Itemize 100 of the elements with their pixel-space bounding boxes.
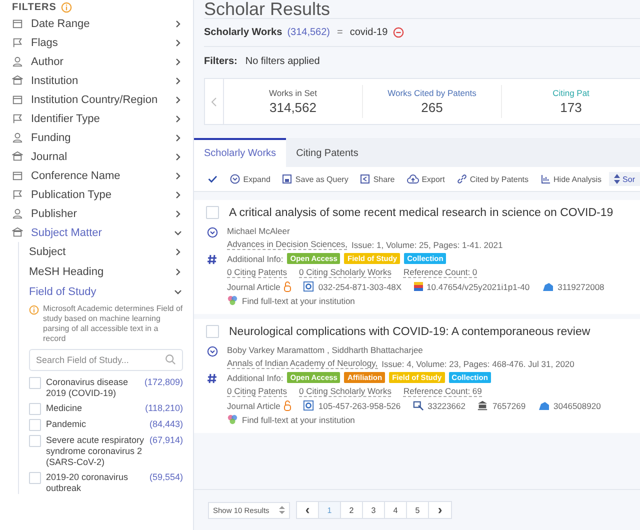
identifier[interactable]: 33223662 xyxy=(428,400,466,410)
checkbox[interactable] xyxy=(29,403,41,415)
toolbar-button[interactable]: Share xyxy=(355,172,400,186)
cloud-upload-icon xyxy=(406,174,419,184)
fulltext-link[interactable]: Find full-text at your institution xyxy=(242,296,355,306)
stat-value: 314,562 xyxy=(270,100,316,115)
stat-value: 173 xyxy=(560,100,582,115)
identifier[interactable]: 032-254-871-303-48X xyxy=(318,282,402,292)
hash-icon xyxy=(207,254,217,265)
reference-count-link[interactable]: Reference Count: 0 xyxy=(403,267,478,278)
previous-page-button[interactable]: ‹ xyxy=(297,502,319,518)
reference-count-link[interactable]: Reference Count: 69 xyxy=(403,386,482,397)
stat-value: 265 xyxy=(421,100,443,115)
identifier[interactable]: 105-457-263-958-526 xyxy=(318,400,401,410)
fulltext-link[interactable]: Find full-text at your institution xyxy=(242,414,355,424)
toolbar-button[interactable]: Expand xyxy=(225,172,276,186)
filter-item[interactable]: Conference Name xyxy=(12,166,183,185)
check-icon[interactable] xyxy=(208,174,218,184)
checkbox[interactable] xyxy=(29,419,41,431)
search-field[interactable]: Search Field of Study... xyxy=(29,349,183,371)
filter-item[interactable]: Identifier Type xyxy=(12,109,183,128)
expand-icon[interactable] xyxy=(206,227,218,238)
result-title[interactable]: Neurological complications with COVID-19: A contemporaneous review xyxy=(229,326,590,338)
stat-label: Citing Pat xyxy=(552,88,590,98)
citing-patents-link[interactable]: 0 Citing Patents xyxy=(227,267,288,278)
filter-item[interactable]: Subject Matter xyxy=(12,223,183,242)
filter-icon xyxy=(12,37,23,48)
option-count: (67,914) xyxy=(149,435,183,446)
page-button[interactable]: 3 xyxy=(363,502,385,518)
filter-subitem[interactable]: MeSH Heading xyxy=(29,262,183,282)
filter-item[interactable]: Institution xyxy=(12,71,183,90)
toolbar-button[interactable]: Save as Query xyxy=(277,172,354,186)
checkbox[interactable] xyxy=(29,435,41,447)
page-title: Scholar Results xyxy=(204,0,640,19)
save-icon xyxy=(282,174,292,184)
identifier[interactable]: 10.47654/v25y2021i1p1-40 xyxy=(426,282,530,292)
journal-link[interactable]: Advances in Decision Sciences, xyxy=(227,239,348,250)
filter-icon xyxy=(12,189,23,200)
filter-item[interactable]: Publisher xyxy=(12,204,183,223)
filter-item[interactable]: Funding xyxy=(12,128,183,147)
expand-icon[interactable] xyxy=(206,346,218,357)
filter-item[interactable]: Institution Country/Region xyxy=(12,90,183,109)
field-of-study-note: Microsoft Academic determines Field of study based on machine learning parsing of all accessible text in a record xyxy=(43,304,183,344)
filter-subitem[interactable]: Field of Study xyxy=(29,282,183,302)
toolbar-button[interactable]: Hide Analysis xyxy=(536,172,607,186)
remove-icon[interactable] xyxy=(392,27,404,38)
toolbar-button[interactable]: Sor xyxy=(608,172,640,186)
filter-item[interactable]: Publication Type xyxy=(12,185,183,204)
filter-icon xyxy=(12,227,23,238)
filter-icon xyxy=(12,151,23,162)
checkbox[interactable] xyxy=(29,472,41,484)
stat-label: Works Cited by Patents xyxy=(388,88,476,98)
info-icon xyxy=(61,2,72,12)
identifier[interactable]: 3119272008 xyxy=(558,282,604,292)
option-count: (84,443) xyxy=(149,419,183,430)
filter-item[interactable]: Flags xyxy=(12,33,183,52)
option-label: Severe acute respiratory syndrome coronavirus 2 (SARS-CoV-2) xyxy=(46,435,144,468)
toolbar-button[interactable]: Export xyxy=(402,172,450,186)
next-page-button[interactable]: › xyxy=(429,502,451,518)
checkbox[interactable] xyxy=(206,325,219,338)
lock-icon xyxy=(284,400,292,411)
page-button[interactable]: 5 xyxy=(407,502,429,518)
checkbox[interactable] xyxy=(29,377,41,389)
toolbar-button[interactable]: Cited by Patents xyxy=(452,172,534,186)
lock-icon xyxy=(284,281,292,292)
query-term: covid-19 xyxy=(350,27,388,38)
hash-icon xyxy=(207,373,217,384)
filter-icon xyxy=(12,113,23,124)
search-icon xyxy=(165,354,176,365)
citing-works-link[interactable]: 0 Citing Scholarly Works xyxy=(299,386,392,397)
chevron-left-icon[interactable] xyxy=(210,96,218,106)
result-title[interactable]: A critical analysis of some recent medical research in science on COVID-19 xyxy=(229,206,614,218)
filter-subitem[interactable]: Subject xyxy=(29,242,183,262)
page-button[interactable]: 2 xyxy=(341,502,363,518)
tab[interactable]: Scholarly Works xyxy=(194,138,286,167)
option-count: (59,554) xyxy=(149,472,183,483)
info-label: Additional Info: xyxy=(227,372,284,382)
checkbox[interactable] xyxy=(206,206,219,219)
building-icon xyxy=(477,400,488,411)
publication-type: Journal Article xyxy=(227,282,280,292)
citing-works-link[interactable]: 0 Citing Scholarly Works xyxy=(299,267,392,278)
identifier[interactable]: 3046508920 xyxy=(554,400,601,410)
option-label: 2019-20 coronavirus outbreak xyxy=(46,472,130,494)
query-label: Scholarly Works xyxy=(204,27,282,38)
filter-item[interactable]: Date Range xyxy=(12,14,183,33)
filter-item[interactable]: Journal xyxy=(12,147,183,166)
query-operator: = xyxy=(337,27,343,38)
citing-patents-link[interactable]: 0 Citing Patents xyxy=(227,386,288,397)
page-button[interactable]: 4 xyxy=(385,502,407,518)
option-label: Pandemic xyxy=(46,419,88,430)
query-count: (314,562) xyxy=(287,27,330,38)
identifier[interactable]: 7657269 xyxy=(492,400,526,410)
filter-item[interactable]: Author xyxy=(12,52,183,71)
link-icon xyxy=(456,174,467,184)
journal-link[interactable]: Annals of Indian Academy of Neurology, xyxy=(227,358,378,369)
option-count: (118,210) xyxy=(145,403,183,414)
tab[interactable]: Citing Patents xyxy=(286,138,368,167)
chevron-down-icon xyxy=(173,287,183,297)
filters-value: No filters applied xyxy=(245,56,320,66)
filters-heading: FILTERS xyxy=(12,2,56,12)
